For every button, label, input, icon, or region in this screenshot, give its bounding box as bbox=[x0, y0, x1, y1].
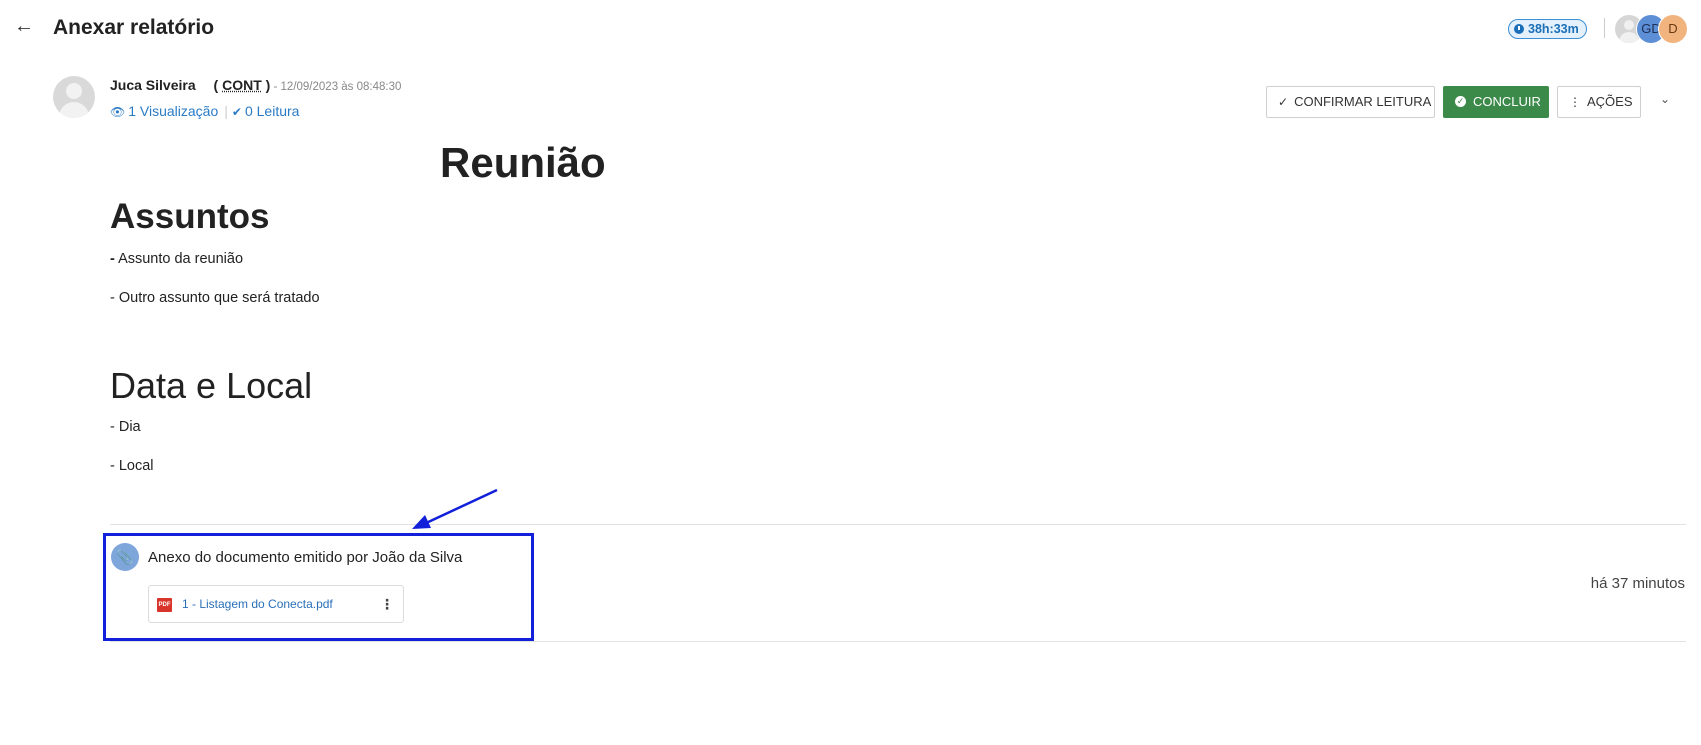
annotation-arrow-icon bbox=[412, 488, 498, 529]
